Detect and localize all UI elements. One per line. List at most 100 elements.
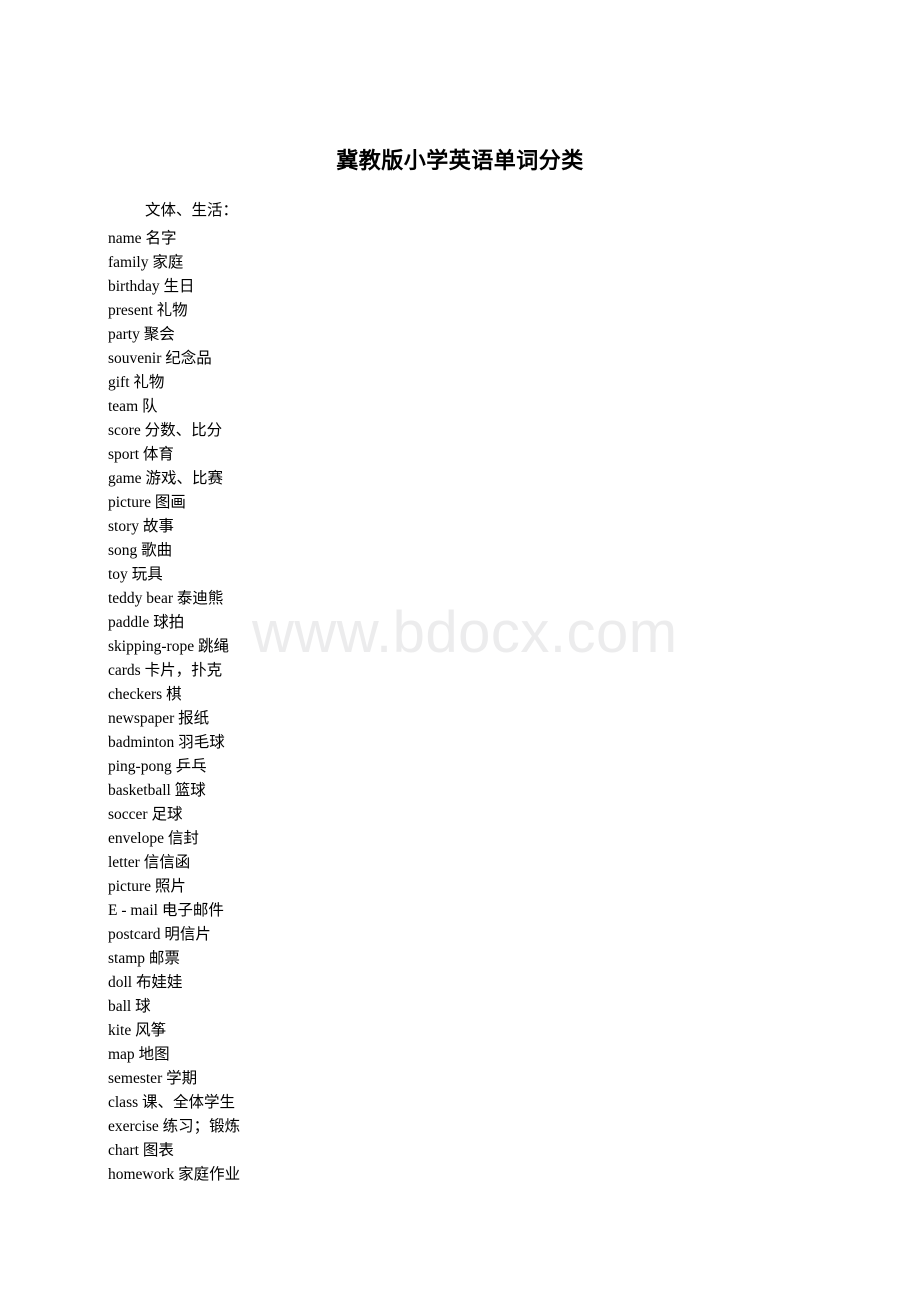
vocabulary-entry: picture 图画 bbox=[108, 491, 240, 515]
entry-gloss: 球拍 bbox=[153, 614, 185, 631]
vocabulary-entry: postcard 明信片 bbox=[108, 923, 240, 947]
entry-term: soccer bbox=[108, 806, 148, 823]
entry-term: E - mail bbox=[108, 902, 158, 919]
entry-gloss: 家庭作业 bbox=[178, 1166, 241, 1183]
entry-term: doll bbox=[108, 974, 133, 991]
vocabulary-entry: ball 球 bbox=[108, 995, 240, 1019]
entry-gloss: 布娃娃 bbox=[136, 974, 183, 991]
entry-term: cards bbox=[108, 662, 141, 679]
entry-term: letter bbox=[108, 854, 140, 871]
entry-term: birthday bbox=[108, 278, 160, 295]
entry-gloss: 篮球 bbox=[174, 782, 206, 799]
entry-gloss: 分数、比分 bbox=[144, 422, 223, 439]
vocabulary-entry: paddle 球拍 bbox=[108, 611, 240, 635]
entry-term: checkers bbox=[108, 686, 163, 703]
vocabulary-entry: family 家庭 bbox=[108, 251, 240, 275]
vocabulary-entry: birthday 生日 bbox=[108, 275, 240, 299]
entry-term: map bbox=[108, 1046, 135, 1063]
vocabulary-entry: exercise 练习；锻炼 bbox=[108, 1115, 240, 1139]
entry-gloss: 家庭 bbox=[152, 254, 184, 271]
entry-term: team bbox=[108, 398, 139, 415]
entry-gloss: 队 bbox=[142, 398, 158, 415]
entry-gloss: 图表 bbox=[142, 1142, 174, 1159]
vocabulary-entry: cards 卡片，扑克 bbox=[108, 659, 240, 683]
entry-gloss: 照片 bbox=[154, 878, 186, 895]
entry-term: basketball bbox=[108, 782, 171, 799]
entry-term: chart bbox=[108, 1142, 139, 1159]
entry-term: semester bbox=[108, 1070, 163, 1087]
entry-gloss: 礼物 bbox=[156, 302, 188, 319]
entry-gloss: 课、全体学生 bbox=[142, 1094, 236, 1111]
document-title: 冀教版小学英语单词分类 bbox=[336, 148, 584, 173]
entry-term: score bbox=[108, 422, 141, 439]
entry-term: stamp bbox=[108, 950, 146, 967]
entry-term: song bbox=[108, 542, 138, 559]
entry-gloss: 乒乓 bbox=[175, 758, 207, 775]
entry-term: picture bbox=[108, 494, 152, 511]
entry-gloss: 风筝 bbox=[135, 1022, 167, 1039]
entry-gloss: 玩具 bbox=[131, 566, 163, 583]
vocabulary-entry: map 地图 bbox=[108, 1043, 240, 1067]
entry-gloss: 卡片，扑克 bbox=[144, 662, 223, 679]
entry-gloss: 泰迪熊 bbox=[176, 590, 224, 607]
entry-gloss: 体育 bbox=[142, 446, 174, 463]
entry-term: paddle bbox=[108, 614, 150, 631]
entry-gloss: 名字 bbox=[145, 230, 177, 247]
site-watermark: www.bdocx.com bbox=[252, 600, 678, 665]
entry-gloss: 生日 bbox=[163, 278, 195, 295]
entry-term: newspaper bbox=[108, 710, 175, 727]
vocabulary-entry: souvenir 纪念品 bbox=[108, 347, 240, 371]
entry-term: souvenir bbox=[108, 350, 162, 367]
vocabulary-entry: E - mail 电子邮件 bbox=[108, 899, 240, 923]
entry-gloss: 纪念品 bbox=[165, 350, 212, 367]
entry-term: toy bbox=[108, 566, 128, 583]
entry-gloss: 礼物 bbox=[133, 374, 165, 391]
entry-term: name bbox=[108, 230, 142, 247]
vocabulary-entry: kite 风筝 bbox=[108, 1019, 240, 1043]
vocabulary-list: name 名字 family 家庭 birthday 生日 present 礼物 par… bbox=[108, 227, 240, 1187]
entry-gloss: 明信片 bbox=[164, 926, 211, 943]
entry-term: ball bbox=[108, 998, 132, 1015]
entry-gloss: 棋 bbox=[166, 686, 182, 703]
entry-gloss: 学期 bbox=[166, 1070, 198, 1087]
entry-term: exercise bbox=[108, 1118, 159, 1135]
vocabulary-entry: semester 学期 bbox=[108, 1067, 240, 1091]
vocabulary-entry: newspaper 报纸 bbox=[108, 707, 240, 731]
section-heading: 文体、生活： bbox=[145, 202, 239, 219]
vocabulary-entry: letter 信信函 bbox=[108, 851, 240, 875]
vocabulary-entry: picture 照片 bbox=[108, 875, 240, 899]
vocabulary-entry: story 故事 bbox=[108, 515, 240, 539]
entry-term: skipping-rope bbox=[108, 638, 195, 655]
vocabulary-entry: teddy bear 泰迪熊 bbox=[108, 587, 240, 611]
entry-gloss: 跳绳 bbox=[197, 638, 229, 655]
document-page: www.bdocx.com 冀教版小学英语单词分类 文体、生活： name 名字… bbox=[0, 0, 920, 1302]
vocabulary-entry: class 课、全体学生 bbox=[108, 1091, 240, 1115]
entry-term: postcard bbox=[108, 926, 161, 943]
entry-gloss: 地图 bbox=[138, 1046, 170, 1063]
entry-term: story bbox=[108, 518, 139, 535]
vocabulary-entry: party 聚会 bbox=[108, 323, 240, 347]
vocabulary-entry: gift 礼物 bbox=[108, 371, 240, 395]
vocabulary-entry: badminton 羽毛球 bbox=[108, 731, 240, 755]
entry-term: badminton bbox=[108, 734, 175, 751]
entry-gloss: 电子邮件 bbox=[161, 902, 224, 919]
entry-gloss: 羽毛球 bbox=[178, 734, 225, 751]
vocabulary-entry: basketball 篮球 bbox=[108, 779, 240, 803]
vocabulary-entry: doll 布娃娃 bbox=[108, 971, 240, 995]
entry-gloss: 图画 bbox=[154, 494, 186, 511]
entry-term: ping-pong bbox=[108, 758, 172, 775]
entry-term: family bbox=[108, 254, 149, 271]
entry-term: present bbox=[108, 302, 153, 319]
entry-gloss: 故事 bbox=[142, 518, 174, 535]
vocabulary-entry: game 游戏、比赛 bbox=[108, 467, 240, 491]
entry-term: envelope bbox=[108, 830, 164, 847]
entry-gloss: 球 bbox=[135, 998, 151, 1015]
entry-gloss: 游戏、比赛 bbox=[145, 470, 223, 487]
entry-gloss: 信封 bbox=[167, 830, 199, 847]
vocabulary-entry: toy 玩具 bbox=[108, 563, 240, 587]
vocabulary-entry: sport 体育 bbox=[108, 443, 240, 467]
entry-term: homework bbox=[108, 1166, 175, 1183]
vocabulary-entry: score 分数、比分 bbox=[108, 419, 240, 443]
vocabulary-entry: chart 图表 bbox=[108, 1139, 240, 1163]
vocabulary-entry: song 歌曲 bbox=[108, 539, 240, 563]
